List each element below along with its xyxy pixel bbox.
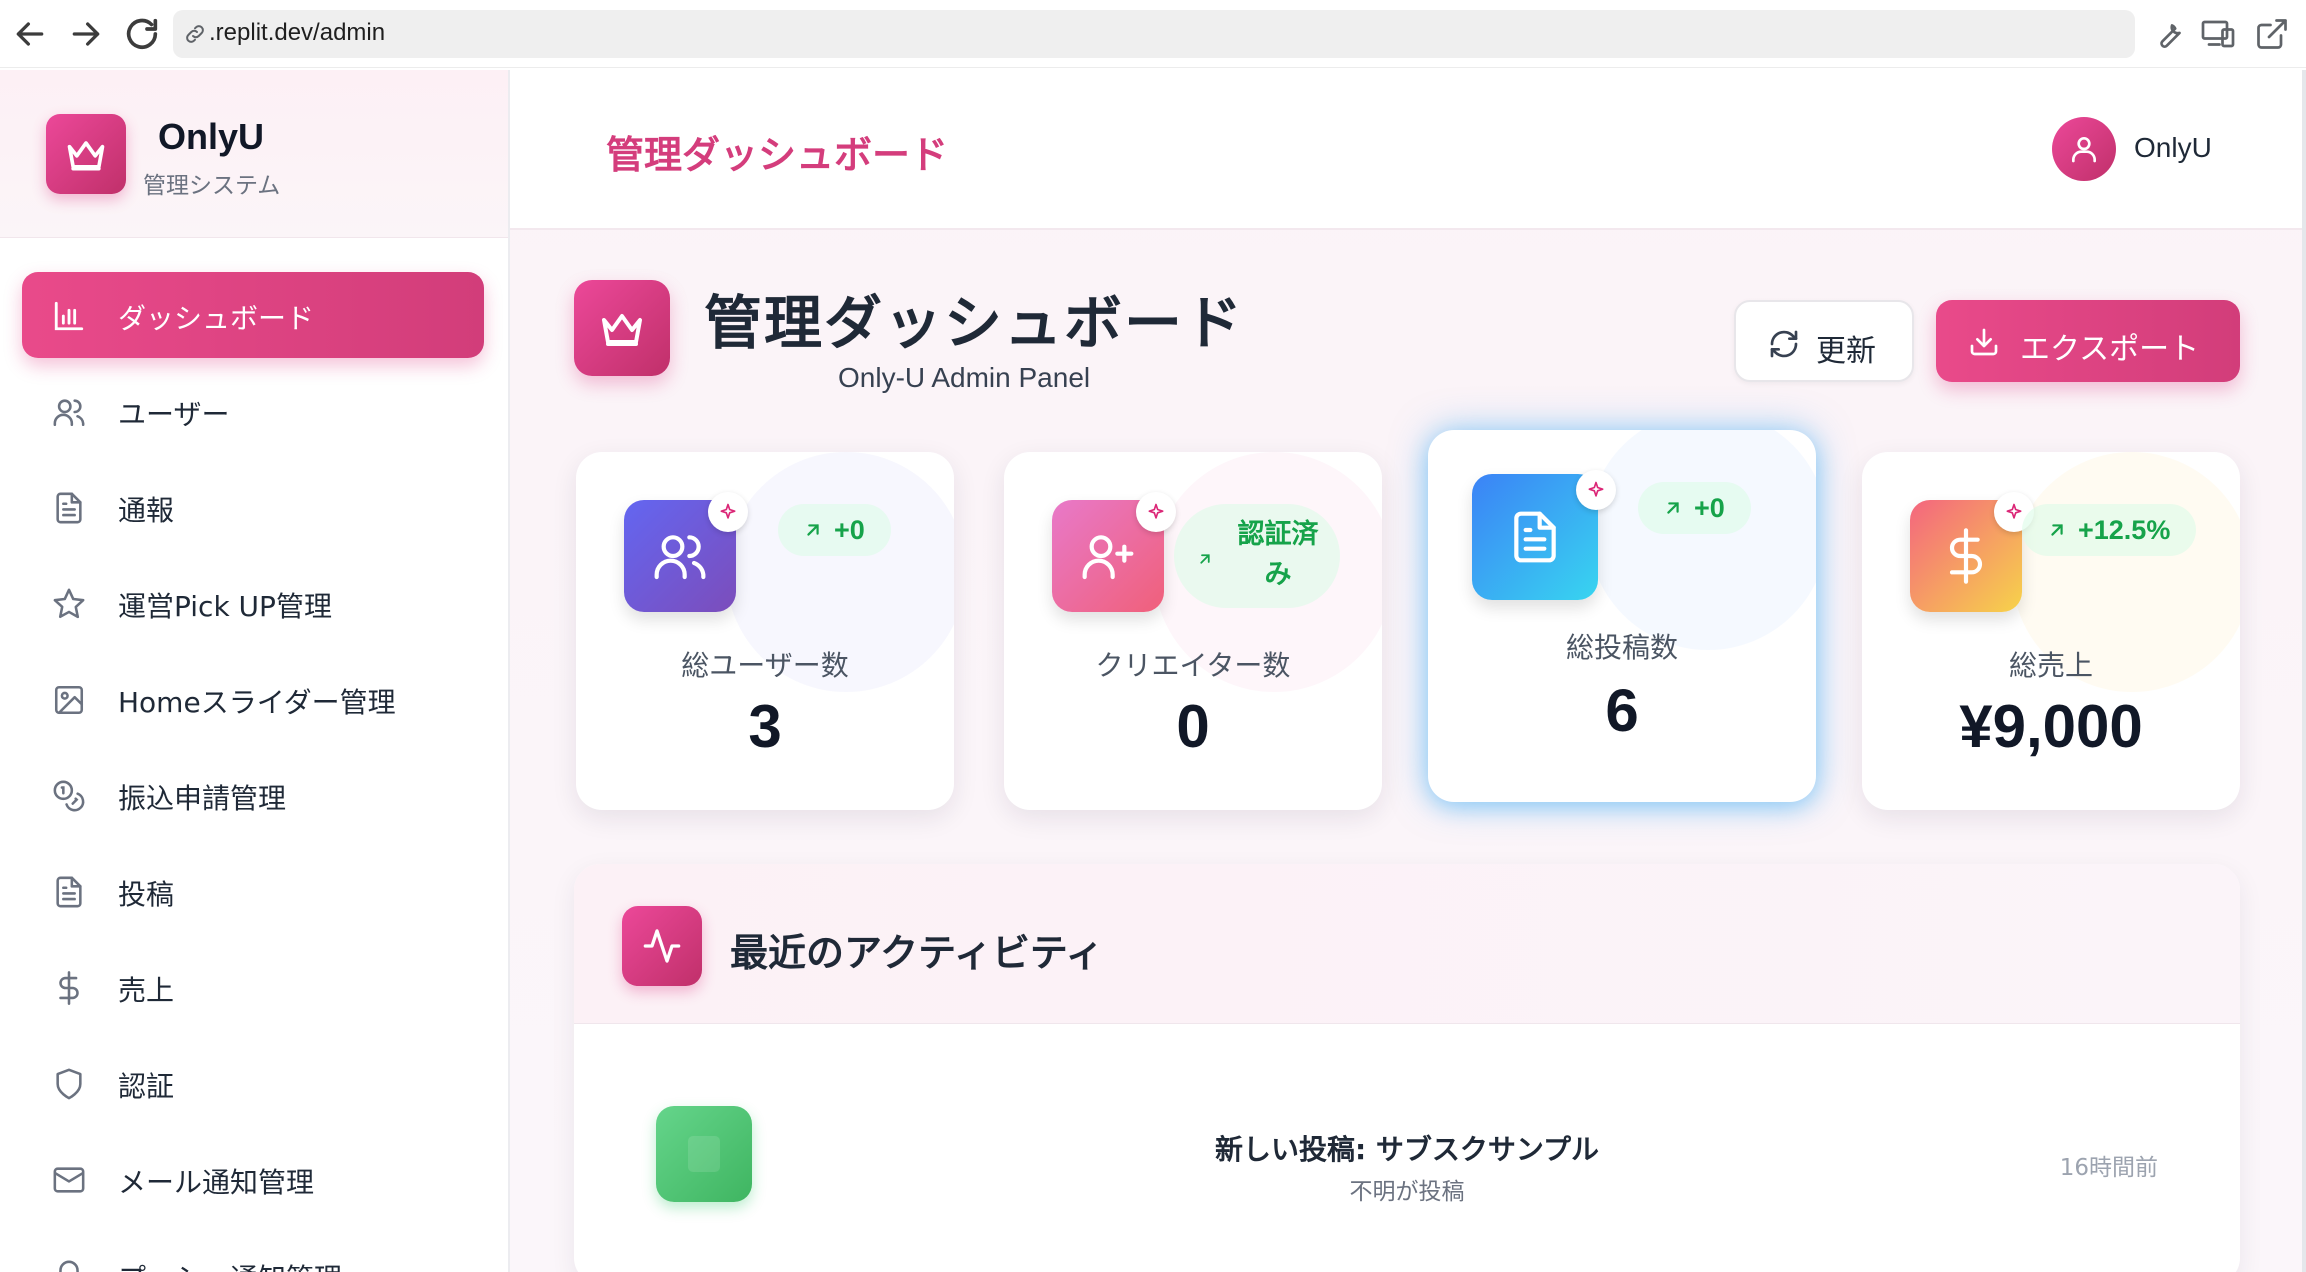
page-title: 管理ダッシュボード <box>704 289 1245 357</box>
devices-icon[interactable] <box>2200 16 2236 52</box>
brand-name: OnlyU <box>158 116 265 157</box>
sidebar-item-posts[interactable]: 投稿 <box>22 848 484 934</box>
users-icon <box>52 395 86 429</box>
sidebar-item-label: プッシュ通知管理 <box>118 1257 342 1272</box>
sidebar-item-label: 振込申請管理 <box>118 782 287 815</box>
stat-value: 6 <box>1605 677 1639 744</box>
bell-icon <box>52 1259 86 1272</box>
export-label: エクスポート <box>2020 332 2200 367</box>
star-icon <box>52 587 86 621</box>
arrow-up-right-icon <box>1667 502 1679 514</box>
activity-panel: 最近のアクティビティ 新しい投稿: サブスクサンプル 不明が投稿 16時間前 <box>574 864 2240 1272</box>
stat-value: 0 <box>1176 693 1210 760</box>
sidebar-item-label: メール通知管理 <box>118 1166 315 1199</box>
top-header: 管理ダッシュボード OnlyU <box>510 70 2306 230</box>
sidebar-item-users[interactable]: ユーザー <box>22 368 484 454</box>
sidebar-item-label: 認証 <box>118 1070 175 1103</box>
trend-badge: +0 <box>778 504 891 556</box>
sidebar-item-transfer[interactable]: 振込申請管理 <box>22 752 484 838</box>
file-text-icon <box>52 491 86 525</box>
arrow-up-right-icon <box>807 524 819 536</box>
stat-value: ¥9,000 <box>1959 693 2143 760</box>
refresh-button[interactable]: 更新 <box>1734 300 1914 382</box>
main-content: 管理ダッシュボード OnlyU 管理ダッシュボード Only-U Admin P… <box>510 70 2306 1272</box>
arrow-up-right-icon <box>1200 554 1210 564</box>
refresh-label: 更新 <box>1816 334 1876 369</box>
crown-icon <box>574 280 670 376</box>
crown-icon <box>46 114 126 194</box>
sidebar-item-dashboard[interactable]: ダッシュボード <box>22 272 484 358</box>
sidebar-item-label: ダッシュボード <box>118 302 315 335</box>
sidebar-item-label: 投稿 <box>118 878 175 911</box>
stat-card-sales: +12.5% 総売上 ¥9,000 <box>1862 452 2240 810</box>
header-title: 管理ダッシュボード <box>606 133 949 177</box>
activity-item-time: 16時間前 <box>2059 1155 2158 1181</box>
stat-label: クリエイター数 <box>1095 649 1291 682</box>
activity-icon <box>622 906 702 986</box>
file-text-icon <box>52 875 86 909</box>
activity-header: 最近のアクティビティ <box>574 864 2240 1024</box>
brand-subtitle: 管理システム <box>143 173 281 199</box>
sidebar-brand: OnlyU 管理システム <box>0 70 508 238</box>
sidebar-item-sales[interactable]: 売上 <box>22 944 484 1030</box>
list-item[interactable]: 新しい投稿: サブスクサンプル 不明が投稿 16時間前 <box>574 1024 2240 1244</box>
page-subtitle: Only-U Admin Panel <box>838 362 1091 393</box>
sidebar: OnlyU 管理システム ダッシュボード ユーザー 通報 運営Pick UP管理… <box>0 70 510 1272</box>
external-link-icon[interactable] <box>2254 16 2290 52</box>
sidebar-item-label: 売上 <box>118 974 175 1007</box>
activity-item-subtitle: 不明が投稿 <box>1349 1179 1465 1205</box>
stat-label: 総投稿数 <box>1565 631 1678 664</box>
trend-badge: 認証済み <box>1174 504 1340 608</box>
refresh-icon <box>1770 330 1798 358</box>
sidebar-item-mail[interactable]: メール通知管理 <box>22 1136 484 1222</box>
stat-value: 3 <box>748 693 782 760</box>
scrollbar[interactable] <box>2302 70 2306 1272</box>
dollar-icon <box>52 971 86 1005</box>
sidebar-item-label: 運営Pick UP管理 <box>118 590 332 623</box>
sidebar-item-label: Homeスライダー管理 <box>118 686 396 719</box>
export-button[interactable]: エクスポート <box>1936 300 2240 382</box>
stat-label: 総売上 <box>2008 649 2093 682</box>
sidebar-item-verification[interactable]: 認証 <box>22 1040 484 1126</box>
image-icon <box>52 683 86 717</box>
stat-card-creators: 認証済み クリエイター数 0 <box>1004 452 1382 810</box>
activity-item-title: 新しい投稿: サブスクサンプル <box>1214 1133 1600 1166</box>
back-icon[interactable] <box>10 14 50 54</box>
forward-icon[interactable] <box>66 14 106 54</box>
arrow-up-right-icon <box>2051 524 2063 536</box>
coins-icon <box>52 779 86 813</box>
stat-card-users: +0 総ユーザー数 3 <box>576 452 954 810</box>
browser-toolbar: .replit.dev/admin <box>0 0 2306 68</box>
mail-icon <box>52 1163 86 1197</box>
address-bar[interactable]: .replit.dev/admin <box>173 10 2135 58</box>
sparkle-icon <box>1576 470 1616 510</box>
url-text: .replit.dev/admin <box>209 19 386 46</box>
sidebar-item-push[interactable]: プッシュ通知管理 <box>22 1232 484 1272</box>
bar-chart-icon <box>52 299 86 333</box>
sidebar-item-home-slider[interactable]: Homeスライダー管理 <box>22 656 484 742</box>
stat-label: 総ユーザー数 <box>681 649 849 682</box>
link-icon <box>183 22 207 46</box>
reload-icon[interactable] <box>122 14 162 54</box>
user-name[interactable]: OnlyU <box>2134 132 2212 164</box>
stat-card-posts: +0 総投稿数 6 <box>1428 430 1816 802</box>
activity-title: 最近のアクティビティ <box>730 931 1104 975</box>
sidebar-item-pickup[interactable]: 運営Pick UP管理 <box>22 560 484 646</box>
sparkle-icon <box>1136 492 1176 532</box>
sparkle-icon <box>708 492 748 532</box>
sidebar-item-label: ユーザー <box>118 398 230 431</box>
wrench-icon[interactable] <box>2150 16 2186 52</box>
avatar[interactable] <box>2052 117 2116 181</box>
sidebar-item-label: 通報 <box>118 494 175 527</box>
shield-icon <box>52 1067 86 1101</box>
trend-badge: +12.5% <box>2022 504 2197 556</box>
sidebar-item-reports[interactable]: 通報 <box>22 464 484 550</box>
trend-badge: +0 <box>1638 482 1751 534</box>
download-icon <box>1970 328 1998 356</box>
